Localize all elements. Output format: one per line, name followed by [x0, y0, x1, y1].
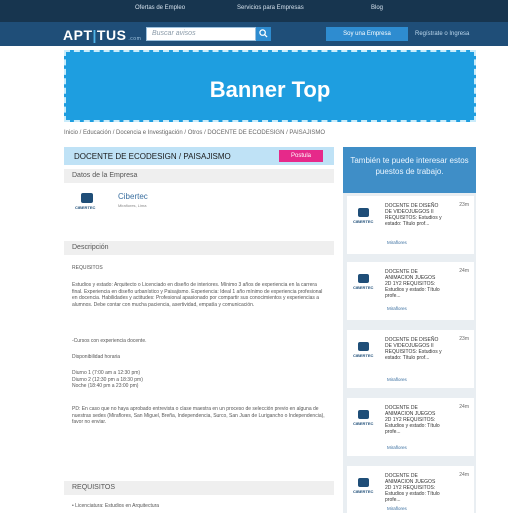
related-job-title[interactable]: DOCENTE DE ANIMACION JUEGOS 2D 1Y2 REQUI… [385, 473, 443, 503]
related-jobs-heading: También te puede interesar estos puestos… [343, 147, 476, 193]
job-location: Miraflores [387, 445, 407, 450]
soy-empresa-button[interactable]: Soy una Empresa [326, 27, 408, 41]
job-location: Miraflores [387, 240, 407, 245]
search-input[interactable]: Buscar avisos [146, 27, 256, 41]
posted-age: 23m [459, 336, 469, 342]
req-label: REQUISITOS [72, 265, 103, 271]
header-bar: APT|TUS .com Buscar avisos Soy una Empres… [0, 22, 508, 46]
aptitus-logo[interactable]: APT|TUS .com [63, 27, 141, 43]
job-title: DOCENTE DE ECODESIGN / PAISAJISMO [74, 152, 231, 161]
related-job-title[interactable]: DOCENTE DE DISEÑO DE VIDEOJUEGOS II REQU… [385, 337, 443, 361]
nav-link-empresas[interactable]: Servicios para Empresas [237, 5, 304, 11]
search-icon [259, 29, 268, 38]
related-job-card[interactable]: CIBERTEC DOCENTE DE ANIMACION JUEGOS 2D … [347, 262, 474, 320]
posted-age: 24m [459, 472, 469, 478]
description-schedule: Diurno 1 (7:00 am a 12:30 pm) Diurno 2 (… [72, 370, 143, 389]
description-availability: Disponibilidad horaria [72, 354, 121, 360]
company-name[interactable]: Cibertec [118, 192, 148, 201]
nav-link-blog[interactable]: Blog [371, 5, 383, 11]
posted-age: 24m [459, 404, 469, 410]
job-location: Miraflores [387, 506, 407, 511]
breadcrumb[interactable]: Inicio / Educación / Docencia e Investig… [64, 130, 325, 136]
requirements-item: • Licenciatura: Estudios en Arquitectura [72, 503, 160, 509]
job-location: Miraflores [387, 306, 407, 311]
description-paragraph: Estudios y estado: Arquitecto o Licencia… [72, 282, 323, 308]
related-job-card[interactable]: CIBERTEC DOCENTE DE ANIMACION JUEGOS 2D … [347, 466, 474, 524]
search-button[interactable] [256, 27, 271, 41]
related-job-title[interactable]: DOCENTE DE ANIMACION JUEGOS 2D 1Y2 REQUI… [385, 269, 443, 299]
top-nav: Ofertas de Empleo Servicios para Empresa… [0, 0, 508, 22]
apply-button[interactable]: Postula [279, 150, 323, 162]
company-logo: CIBERTEC [353, 478, 375, 496]
job-location: Miraflores [387, 377, 407, 382]
posted-age: 23m [459, 202, 469, 208]
related-job-card[interactable]: CIBERTEC DOCENTE DE DISEÑO DE VIDEOJUEGO… [347, 196, 474, 254]
company-logo[interactable]: CIBERTEC [75, 193, 99, 213]
description-courses: -Cursos con experiencia docente. [72, 338, 147, 344]
company-logo: CIBERTEC [353, 208, 375, 226]
register-login-link[interactable]: Regístrate o Ingresa [415, 31, 469, 37]
related-job-card[interactable]: CIBERTEC DOCENTE DE ANIMACION JUEGOS 2D … [347, 398, 474, 456]
banner-top[interactable]: Banner Top [64, 50, 476, 122]
posted-age: 24m [459, 268, 469, 274]
description-note: PD: En caso que no haya aprobado entrevi… [72, 406, 325, 425]
related-job-title[interactable]: DOCENTE DE DISEÑO DE VIDEOJUEGOS II REQU… [385, 203, 443, 227]
job-header: DOCENTE DE ECODESIGN / PAISAJISMO Postul… [64, 147, 334, 165]
related-job-card[interactable]: CIBERTEC DOCENTE DE DISEÑO DE VIDEOJUEGO… [347, 330, 474, 388]
requirements-header: REQUISITOS [64, 481, 334, 495]
related-job-title[interactable]: DOCENTE DE ANIMACION JUEGOS 2D 1Y2 REQUI… [385, 405, 443, 435]
company-logo: CIBERTEC [353, 342, 375, 360]
description-header: Descripción [64, 241, 334, 255]
company-section-header: Datos de la Empresa [64, 169, 334, 183]
banner-label: Banner Top [209, 77, 331, 102]
company-logo: CIBERTEC [353, 274, 375, 292]
company-logo: CIBERTEC [353, 410, 375, 428]
nav-link-empleo[interactable]: Ofertas de Empleo [135, 5, 185, 11]
company-location: Mirafiores, Lima [118, 203, 147, 208]
